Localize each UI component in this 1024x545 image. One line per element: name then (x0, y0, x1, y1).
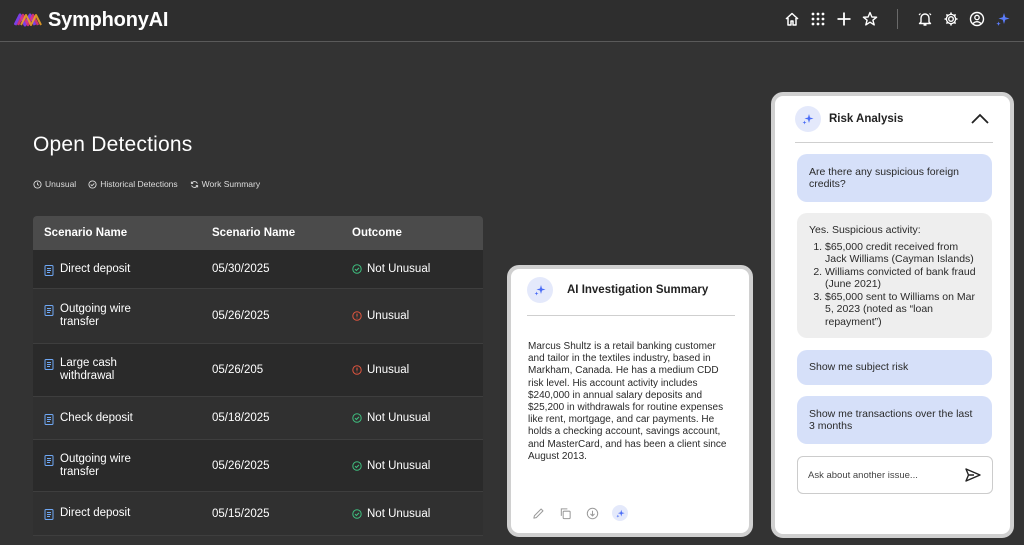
outcome-label: Not Unusual (367, 412, 431, 424)
alert-circle-icon (352, 365, 362, 375)
table-row[interactable]: Outgoing wire transfer 05/26/2025 Not Un… (33, 440, 483, 492)
symphonyai-logo-icon (14, 13, 42, 27)
refresh-icon (190, 180, 198, 188)
user-question-bubble[interactable]: Are there any suspicious foreign credits… (797, 154, 992, 202)
check-circle-icon (352, 264, 362, 274)
scenario-link[interactable]: Large cash withdrawal (60, 357, 140, 383)
column-header-outcome[interactable]: Outcome (350, 227, 483, 239)
scenario-link[interactable]: Direct deposit (60, 263, 130, 276)
detection-date: 05/26/2025 (212, 310, 270, 322)
divider (795, 142, 993, 143)
column-header-scenario[interactable]: Scenario Name (33, 227, 200, 239)
ai-answer-bubble: Yes. Suspicious activity: $65,000 credit… (797, 213, 992, 338)
scenario-link[interactable]: Direct deposit (60, 507, 130, 520)
brand-logo[interactable]: SymphonyAI (14, 8, 168, 32)
outcome-label: Not Unusual (367, 263, 431, 275)
ai-investigation-summary-card: AI Investigation Summary Marcus Shultz i… (507, 265, 753, 537)
detection-date: 05/26/205 (212, 364, 264, 376)
document-icon (44, 359, 54, 370)
copy-icon[interactable] (558, 506, 572, 520)
document-icon (44, 413, 54, 425)
detections-table: Scenario Name Scenario Name Outcome Dire… (33, 216, 483, 536)
sparkle-icon[interactable] (612, 505, 628, 521)
filter-unusual[interactable]: Unusual (33, 179, 76, 189)
outcome-label: Not Unusual (367, 459, 431, 472)
sparkle-icon (795, 106, 821, 132)
detection-date: 05/15/2025 (212, 507, 270, 520)
ask-input[interactable] (808, 469, 964, 481)
plus-icon[interactable] (835, 10, 853, 28)
table-row[interactable]: Direct deposit 05/15/2025 Not Unusual (33, 492, 483, 536)
alert-circle-icon (352, 311, 362, 321)
bell-icon[interactable] (916, 10, 934, 28)
outcome-label: Unusual (367, 364, 410, 376)
top-bar: SymphonyAI (0, 0, 1024, 42)
check-circle-icon (88, 179, 97, 189)
clock-icon (33, 179, 42, 189)
top-bar-divider (897, 9, 898, 29)
document-icon (44, 509, 54, 520)
answer-list: $65,000 credit received from Jack Willia… (809, 241, 980, 329)
check-circle-icon (352, 460, 362, 471)
sparkle-icon[interactable] (994, 10, 1012, 28)
outcome-label: Not Unusual (367, 507, 431, 520)
brand-name: SymphonyAI (48, 8, 169, 31)
table-header: Scenario Name Scenario Name Outcome (33, 216, 483, 250)
detection-date: 05/26/2025 (212, 459, 270, 472)
risk-analysis-title: Risk Analysis (829, 113, 904, 125)
pencil-icon[interactable] (531, 506, 545, 520)
sparkle-icon (527, 277, 553, 303)
table-row[interactable]: Check deposit 05/18/2025 Not Unusual (33, 397, 483, 440)
list-item: Williams convicted of bank fraud (June 2… (825, 266, 980, 291)
scenario-link[interactable]: Outgoing wire transfer (60, 453, 160, 479)
scenario-link[interactable]: Outgoing wire transfer (60, 303, 160, 329)
check-circle-icon (352, 508, 362, 519)
page-title: Open Detections (33, 133, 193, 156)
risk-analysis-panel: Risk Analysis Are there any suspicious f… (771, 92, 1014, 538)
download-icon[interactable] (585, 506, 599, 520)
prompt-text: Show me subject risk (809, 361, 909, 374)
check-circle-icon (352, 413, 362, 423)
document-icon (44, 264, 54, 276)
ai-summary-header: AI Investigation Summary (527, 277, 708, 303)
risk-analysis-header: Risk Analysis (795, 106, 903, 132)
list-item: $65,000 credit received from Jack Willia… (825, 241, 980, 266)
apps-grid-icon[interactable] (809, 10, 827, 28)
filter-unusual-label: Unusual (45, 179, 77, 189)
column-header-date[interactable]: Scenario Name (200, 227, 350, 239)
suggested-prompt-subject-risk[interactable]: Show me subject risk (797, 350, 992, 385)
send-icon[interactable] (964, 466, 982, 484)
question-text: Are there any suspicious foreign credits… (809, 165, 959, 191)
suggested-prompt-transactions[interactable]: Show me transactions over the last 3 mon… (797, 396, 992, 444)
gear-icon[interactable] (942, 10, 960, 28)
answer-intro: Yes. Suspicious activity: (809, 224, 921, 236)
filter-historical-detections[interactable]: Historical Detections (88, 179, 178, 189)
star-icon[interactable] (861, 10, 879, 28)
ai-summary-text: Marcus Shultz is a retail banking custom… (528, 341, 727, 462)
table-row[interactable]: Large cash withdrawal 05/26/205 Unusual (33, 344, 483, 397)
table-row[interactable]: Outgoing wire transfer 05/26/2025 Unusua… (33, 289, 483, 344)
table-row[interactable]: Direct deposit 05/30/2025 Not Unusual (33, 250, 483, 289)
outcome-label: Unusual (367, 310, 410, 322)
divider (527, 315, 735, 316)
filter-historical-label: Historical Detections (100, 179, 178, 189)
ai-summary-actions (531, 505, 628, 521)
chevron-up-icon[interactable] (970, 112, 990, 126)
list-item: $65,000 sent to Williams on Mar 5, 2023 … (825, 291, 980, 329)
detection-date: 05/18/2025 (212, 412, 270, 424)
ask-input-box (797, 456, 993, 494)
detection-date: 05/30/2025 (212, 263, 270, 275)
user-icon[interactable] (968, 10, 986, 28)
scenario-link[interactable]: Check deposit (60, 412, 133, 425)
filter-work-summary[interactable]: Work Summary (190, 179, 260, 189)
filter-work-summary-label: Work Summary (201, 179, 261, 189)
top-icon-bar (783, 9, 1012, 29)
document-icon (44, 305, 54, 316)
ai-summary-title: AI Investigation Summary (567, 284, 709, 296)
home-icon[interactable] (783, 10, 801, 28)
prompt-text: Show me transactions over the last 3 mon… (809, 407, 973, 433)
document-icon (44, 454, 54, 466)
filter-bar: Unusual Historical Detections Work Summa… (33, 179, 260, 189)
